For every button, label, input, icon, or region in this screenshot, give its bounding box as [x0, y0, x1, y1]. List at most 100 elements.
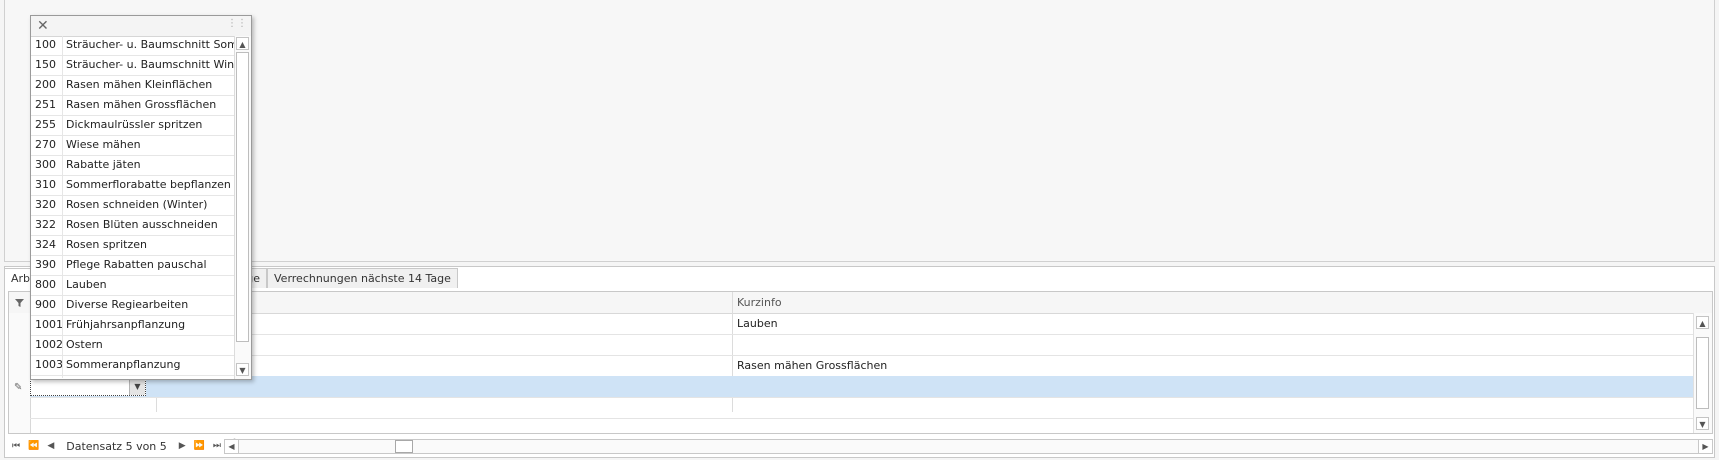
lookup-item-code: 322 [35, 218, 56, 231]
row-indicator-column [9, 313, 31, 433]
lookup-item-name: Herbstanpflanzung [62, 376, 171, 378]
column-header-kurzinfo[interactable]: Kurzinfo [733, 292, 1633, 313]
lookup-item-name: Rasen mähen Grossflächen [62, 96, 216, 115]
edit-row-pencil-icon: ✎ [14, 382, 23, 393]
tab-verrechnungen[interactable]: Verrechnungen nächste 14 Tage [267, 268, 458, 288]
cell-kurzinfo[interactable] [733, 376, 1613, 397]
lookup-item-name: Pflege Rabatten pauschal [62, 256, 207, 275]
lookup-item[interactable]: 100 Sträucher- u. Baumschnitt Sommer [31, 36, 236, 56]
lookup-item-code: 320 [35, 198, 56, 211]
lookup-item-code: 270 [35, 138, 56, 151]
lookup-item-name: Rosen spritzen [62, 236, 147, 255]
popup-header: ✕ ⋮⋮ [31, 16, 251, 37]
lookup-item-name: Ostern [62, 336, 103, 355]
nav-prev-page-icon[interactable]: ⏪ [24, 441, 43, 451]
lookup-item-code: 200 [35, 78, 56, 91]
lookup-item[interactable]: 1003 Sommeranpflanzung [31, 356, 236, 376]
lookup-item-name: Frühjahrsanpflanzung [62, 316, 185, 335]
table-row[interactable]: Lauben [30, 313, 1693, 335]
lookup-item[interactable]: 270 Wiese mähen [31, 136, 236, 156]
lookup-dropdown-popup: ✕ ⋮⋮ 100 Sträucher- u. Baumschnitt Sommer… [30, 15, 252, 380]
nav-next-icon[interactable]: ▶ [175, 441, 190, 451]
scroll-right-icon[interactable]: ▶ [1698, 440, 1712, 453]
lookup-item[interactable]: 320 Rosen schneiden (Winter) [31, 196, 236, 216]
cell-kurzinfo[interactable] [733, 397, 1613, 418]
lookup-item-name: Sommeranpflanzung [62, 356, 180, 375]
lookup-item-name: Rosen Blüten ausschneiden [62, 216, 218, 235]
lookup-item[interactable]: 322 Rosen Blüten ausschneiden [31, 216, 236, 236]
scroll-thumb[interactable] [1696, 337, 1709, 409]
table-row[interactable] [30, 397, 1693, 419]
lookup-item[interactable]: 800 Lauben [31, 276, 236, 296]
lookup-item-name: Rabatte jäten [62, 156, 141, 175]
lookup-item-code: 800 [35, 278, 56, 291]
scroll-down-icon[interactable]: ▼ [1696, 417, 1709, 430]
lookup-item-code: 150 [35, 58, 56, 71]
lookup-item[interactable]: 310 Sommerflorabatte bepflanzen [31, 176, 236, 196]
cell-kurzinfo[interactable]: Rasen mähen Grossflächen [733, 355, 1613, 376]
lookup-item[interactable]: 1002 Ostern [31, 336, 236, 356]
lookup-item-code: 1002 [35, 338, 63, 351]
nav-prev-icon[interactable]: ◀ [43, 441, 58, 451]
lookup-item-name: Sträucher- u. Baumschnitt Sommer [62, 36, 236, 55]
cell-bezeichnung[interactable] [157, 397, 733, 418]
code-lookup-editor[interactable]: ▼ [30, 378, 146, 396]
close-icon[interactable]: ✕ [37, 17, 49, 35]
scroll-down-icon[interactable]: ▼ [236, 363, 249, 376]
lookup-list: 100 Sträucher- u. Baumschnitt Sommer 150 St… [31, 36, 236, 378]
lookup-item-name: Sommerflorabatte bepflanzen [62, 176, 231, 195]
lookup-item[interactable]: 324 Rosen spritzen [31, 236, 236, 256]
grid-horizontal-scrollbar[interactable]: ◀ ▶ [224, 439, 1713, 454]
lookup-item-name: Sträucher- u. Baumschnitt Winter [62, 56, 236, 75]
horizontal-scroll-thumb[interactable] [395, 440, 413, 453]
lookup-item-name: Diverse Regiearbeiten [62, 296, 188, 315]
lookup-item[interactable]: 255 Dickmaulrüssler spritzen [31, 116, 236, 136]
lookup-item[interactable]: 1004Herbstanpflanzung [31, 376, 236, 378]
lookup-item-code: 390 [35, 258, 56, 271]
lookup-item[interactable]: 150 Sträucher- u. Baumschnitt Winter [31, 56, 236, 76]
record-navigator: ⏮ ⏪ ◀ Datensatz 5 von 5 ▶ ⏩ ⏭ ◀ ▶ [8, 436, 1713, 456]
record-counter: Datensatz 5 von 5 [66, 439, 167, 453]
lookup-item[interactable]: 390 Pflege Rabatten pauschal [31, 256, 236, 276]
lookup-item-code: 100 [35, 38, 56, 51]
lookup-item[interactable]: 900 Diverse Regiearbeiten [31, 296, 236, 316]
cell-kurzinfo[interactable] [733, 334, 1613, 355]
grid-header: Kurzinfo [9, 292, 1712, 314]
filter-icon [15, 299, 24, 307]
lookup-item-code: 310 [35, 178, 56, 191]
lookup-item-code: 1004 [35, 376, 59, 378]
lookup-item[interactable]: 251 Rasen mähen Grossflächen [31, 96, 236, 116]
lookup-item-code: 300 [35, 158, 56, 171]
lookup-item-code: 251 [35, 98, 56, 111]
scroll-up-icon[interactable]: ▲ [1696, 316, 1709, 329]
lookup-item[interactable]: 200 Rasen mähen Kleinflächen [31, 76, 236, 96]
table-row-selected[interactable] [30, 376, 1693, 398]
lookup-item[interactable]: 1001 Frühjahrsanpflanzung [31, 316, 236, 336]
content-area [4, 0, 1715, 262]
data-grid: Kurzinfo Lauben ächen Rasen mähen Grossf… [8, 291, 1713, 434]
table-row[interactable] [30, 334, 1693, 356]
nav-first-icon[interactable]: ⏮ [8, 441, 24, 451]
scroll-left-icon[interactable]: ◀ [225, 440, 239, 453]
table-row[interactable]: ächen Rasen mähen Grossflächen [30, 355, 1693, 377]
lookup-item-name: Lauben [62, 276, 107, 295]
lookup-item-code: 255 [35, 118, 56, 131]
nav-last-icon[interactable]: ⏭ [209, 441, 225, 451]
scroll-up-icon[interactable]: ▲ [236, 37, 249, 50]
lookup-item-code: 900 [35, 298, 56, 311]
lookup-scroll-thumb[interactable] [236, 52, 249, 342]
nav-next-page-icon[interactable]: ⏩ [190, 441, 209, 451]
lookup-item[interactable]: 300 Rabatte jäten [31, 156, 236, 176]
grid-vertical-scrollbar[interactable]: ▲ ▼ [1693, 313, 1712, 433]
dropdown-arrow-icon[interactable]: ▼ [129, 379, 145, 395]
resize-grip-icon[interactable]: ⋮⋮ [227, 19, 247, 29]
cell-kurzinfo[interactable]: Lauben [733, 313, 1613, 334]
lookup-item-code: 324 [35, 238, 56, 251]
filter-button[interactable] [9, 292, 31, 313]
lookup-item-name: Rasen mähen Kleinflächen [62, 76, 212, 95]
lookup-item-code: 1003 [35, 358, 63, 371]
lookup-item-name: Rosen schneiden (Winter) [62, 196, 207, 215]
lookup-item-name: Wiese mähen [62, 136, 141, 155]
lookup-scrollbar[interactable]: ▲ ▼ [234, 36, 251, 379]
lookup-item-name: Dickmaulrüssler spritzen [62, 116, 202, 135]
